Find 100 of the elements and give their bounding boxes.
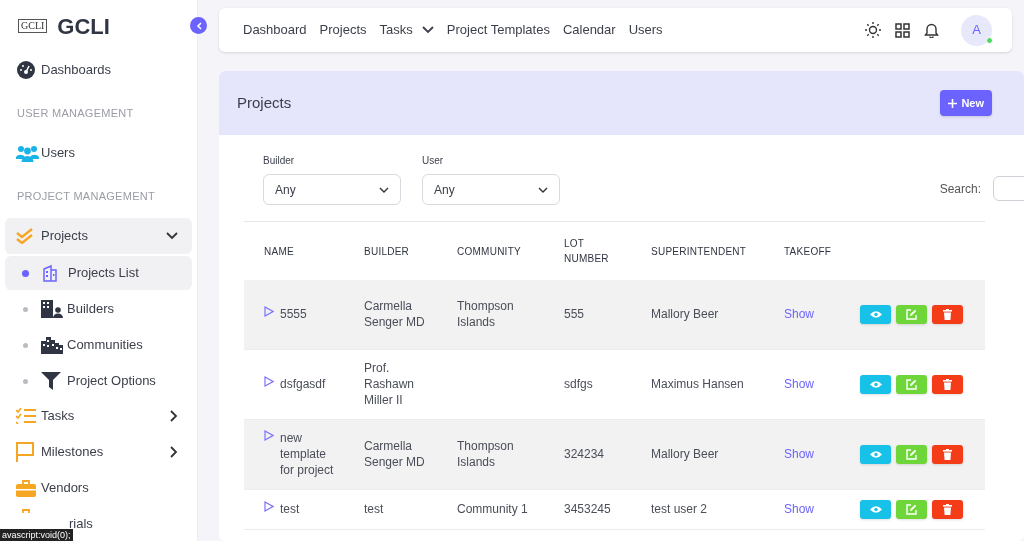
table-cell: Carmella Senger MD bbox=[364, 439, 425, 469]
edit-icon bbox=[906, 448, 917, 460]
eye-icon bbox=[869, 379, 882, 389]
brand-name: GCLI bbox=[57, 12, 110, 41]
delete-button[interactable] bbox=[932, 444, 963, 464]
eye-icon bbox=[869, 504, 882, 514]
select-field[interactable]: Any bbox=[422, 174, 560, 205]
sidebar-subitem[interactable]: Builders bbox=[5, 292, 192, 326]
nav-link[interactable]: Tasks bbox=[379, 20, 434, 40]
filter-label: Builder bbox=[263, 154, 296, 168]
column-header: TAKEOFF bbox=[764, 222, 842, 280]
column-header: LOT NUMBER bbox=[544, 222, 631, 280]
expand-arrow-icon bbox=[264, 376, 274, 387]
edit-icon bbox=[906, 378, 917, 390]
view-button[interactable] bbox=[860, 444, 891, 464]
sidebar-item[interactable]: Milestones bbox=[5, 434, 192, 470]
table-cell: dsfgasdf bbox=[280, 376, 326, 392]
table-cell: Thompson Islands bbox=[457, 299, 514, 330]
logo-text: GCLI bbox=[18, 19, 48, 33]
show-link[interactable]: Show bbox=[784, 307, 815, 322]
trash-icon bbox=[943, 308, 952, 320]
sidebar-item[interactable]: Projects bbox=[5, 218, 192, 254]
nav-link[interactable]: Project Templates bbox=[446, 20, 550, 40]
show-link[interactable]: Show bbox=[784, 377, 815, 391]
chevron-down-icon bbox=[538, 186, 548, 193]
grid-apps-icon[interactable] bbox=[895, 22, 910, 38]
table-cell: Maximus Hansen bbox=[651, 377, 744, 391]
toolbox-icon bbox=[16, 479, 36, 497]
collapse-sidebar-button[interactable] bbox=[190, 17, 207, 34]
user-avatar[interactable]: A bbox=[961, 14, 992, 46]
theme-sun-icon[interactable] bbox=[865, 22, 881, 38]
column-header: BUILDER bbox=[344, 222, 437, 280]
table-cell: 3453245 bbox=[564, 502, 611, 516]
dashboard-gauge-icon bbox=[16, 60, 36, 80]
bullet-icon bbox=[23, 378, 28, 384]
double-check-icon bbox=[16, 228, 34, 244]
view-button[interactable] bbox=[860, 374, 891, 394]
building-icon bbox=[42, 264, 58, 282]
expand-arrow-icon bbox=[264, 306, 274, 318]
nav-link[interactable]: Projects bbox=[319, 20, 367, 40]
table-cell: 324234 bbox=[564, 447, 605, 461]
table-cell: test bbox=[280, 501, 300, 517]
city-buildings-icon bbox=[41, 336, 63, 354]
show-link[interactable]: Show bbox=[784, 502, 815, 516]
new-button[interactable]: New bbox=[940, 90, 992, 116]
filter-label: User bbox=[422, 154, 445, 168]
delete-button[interactable] bbox=[932, 304, 963, 324]
building-person-icon bbox=[41, 300, 63, 318]
section-heading: USER MANAGEMENT bbox=[16, 106, 135, 122]
sidebar-item[interactable]: Users bbox=[5, 135, 192, 171]
bullet-icon bbox=[22, 269, 29, 277]
card-title: Projects bbox=[237, 92, 292, 113]
chevron-down-icon bbox=[379, 186, 389, 193]
bullet-icon bbox=[23, 342, 28, 348]
section-heading: PROJECT MANAGEMENT bbox=[16, 189, 156, 205]
nav-link[interactable]: Users bbox=[628, 20, 663, 40]
chevron-right-icon bbox=[170, 410, 178, 422]
delete-button[interactable] bbox=[932, 499, 963, 519]
column-header: COMMUNITY bbox=[437, 222, 544, 280]
users-icon bbox=[16, 144, 39, 162]
select-field[interactable]: Any bbox=[263, 174, 401, 205]
sidebar-item[interactable]: Vendors bbox=[5, 470, 192, 506]
sidebar-item[interactable]: Dashboards bbox=[5, 52, 192, 88]
trash-icon bbox=[943, 503, 952, 515]
trash-icon bbox=[943, 448, 952, 460]
table-cell: test bbox=[364, 502, 384, 516]
edit-button[interactable] bbox=[896, 499, 927, 519]
notification-bell-icon[interactable] bbox=[924, 22, 939, 38]
table-cell: 555 bbox=[564, 307, 585, 322]
view-button[interactable] bbox=[860, 304, 891, 324]
eye-icon bbox=[869, 449, 882, 459]
table-cell: Thompson Islands bbox=[457, 439, 514, 469]
column-header: SUPERINTENDENT bbox=[631, 222, 764, 280]
edit-button[interactable] bbox=[896, 304, 927, 324]
task-list-icon bbox=[16, 408, 36, 424]
sidebar-item[interactable]: Tasks bbox=[5, 398, 192, 434]
expand-arrow-icon bbox=[264, 430, 274, 441]
delete-button[interactable] bbox=[932, 374, 963, 394]
sidebar-subitem[interactable]: Communities bbox=[5, 328, 192, 362]
chevron-down-icon bbox=[166, 232, 178, 240]
table-cell: Mallory Beer bbox=[651, 447, 719, 461]
nav-link[interactable]: Dashboard bbox=[243, 20, 307, 40]
chevron-left-icon bbox=[195, 21, 202, 30]
nav-link[interactable]: Calendar bbox=[562, 20, 616, 40]
view-button[interactable] bbox=[860, 499, 891, 519]
sidebar-subitem[interactable]: Project Options bbox=[5, 364, 192, 398]
bullet-icon bbox=[23, 306, 28, 312]
table-cell-text: new template for project bbox=[280, 430, 335, 478]
show-link[interactable]: Show bbox=[784, 447, 815, 461]
flag-icon bbox=[16, 442, 34, 462]
eye-icon bbox=[869, 309, 882, 319]
table-cell: Prof. Rashawn Miller II bbox=[364, 361, 415, 407]
edit-icon bbox=[906, 308, 917, 320]
status-tooltip: avascript:void(0); bbox=[0, 529, 73, 541]
sidebar-subitem[interactable]: Projects List bbox=[5, 256, 192, 290]
expand-arrow-icon bbox=[264, 501, 274, 512]
edit-button[interactable] bbox=[896, 444, 927, 464]
edit-button[interactable] bbox=[896, 374, 927, 394]
edit-icon bbox=[906, 503, 917, 515]
column-header: NAME bbox=[244, 222, 344, 280]
